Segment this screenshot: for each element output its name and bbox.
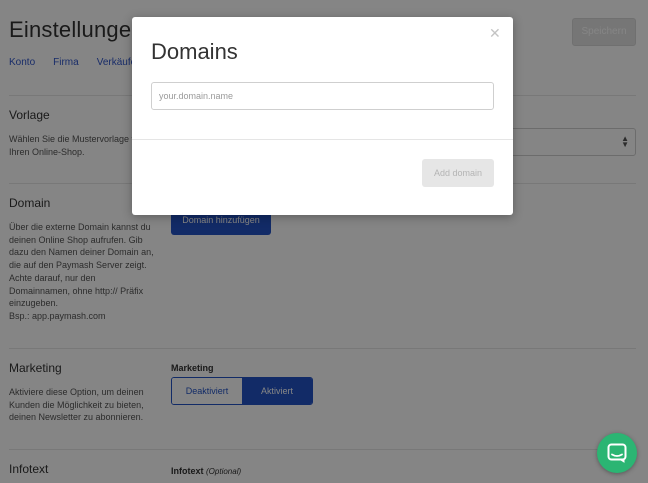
modal-divider: [132, 139, 513, 140]
close-icon[interactable]: ✕: [489, 26, 501, 40]
chat-launcher-button[interactable]: [597, 433, 637, 473]
modal-title: Domains: [151, 39, 238, 64]
domains-modal: Domains ✕ Add domain: [132, 17, 513, 215]
chat-icon: [607, 443, 627, 463]
domain-input[interactable]: [151, 82, 494, 110]
add-domain-submit-button[interactable]: Add domain: [422, 159, 494, 187]
